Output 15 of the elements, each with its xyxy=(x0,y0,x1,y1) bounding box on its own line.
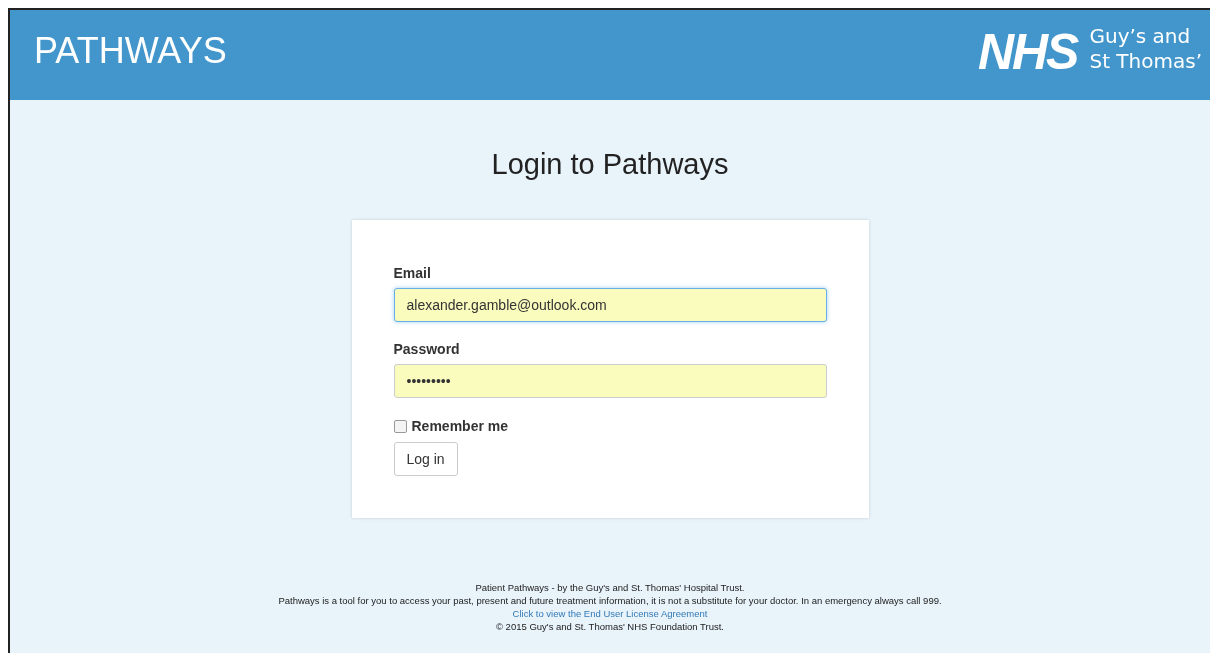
checkbox[interactable] xyxy=(393,419,407,433)
logo-text: Guy’s and St Thomas’ xyxy=(1089,24,1202,74)
footer-text: Patient Pathways - by the Guy's and St. Thomas' Hospital Trust. xyxy=(475,582,745,593)
license-link[interactable]: Click to view the End User License Agreement xyxy=(512,608,708,619)
login-button[interactable]: Log in xyxy=(393,442,458,476)
logo-mark: NHS xyxy=(977,30,1078,74)
footer-text: © 2015 Guy's and St. Thomas' NHS Foundation Trust. xyxy=(496,621,724,632)
field-label: Email xyxy=(393,265,432,281)
input-field[interactable]: ••••••••• xyxy=(393,364,827,398)
footer-text: Pathways is a tool for you to access your past, present and future treatment information, it is not a substitute for your doctor. In an emergency always call 999. xyxy=(278,595,942,606)
field-label: Password xyxy=(393,341,461,357)
page-heading: Login to Pathways xyxy=(491,148,729,181)
checkbox-label[interactable]: Remember me xyxy=(411,418,508,434)
app-title: PATHWAYS xyxy=(34,30,227,72)
input-field[interactable]: alexander.gamble@outlook.com xyxy=(393,288,827,322)
